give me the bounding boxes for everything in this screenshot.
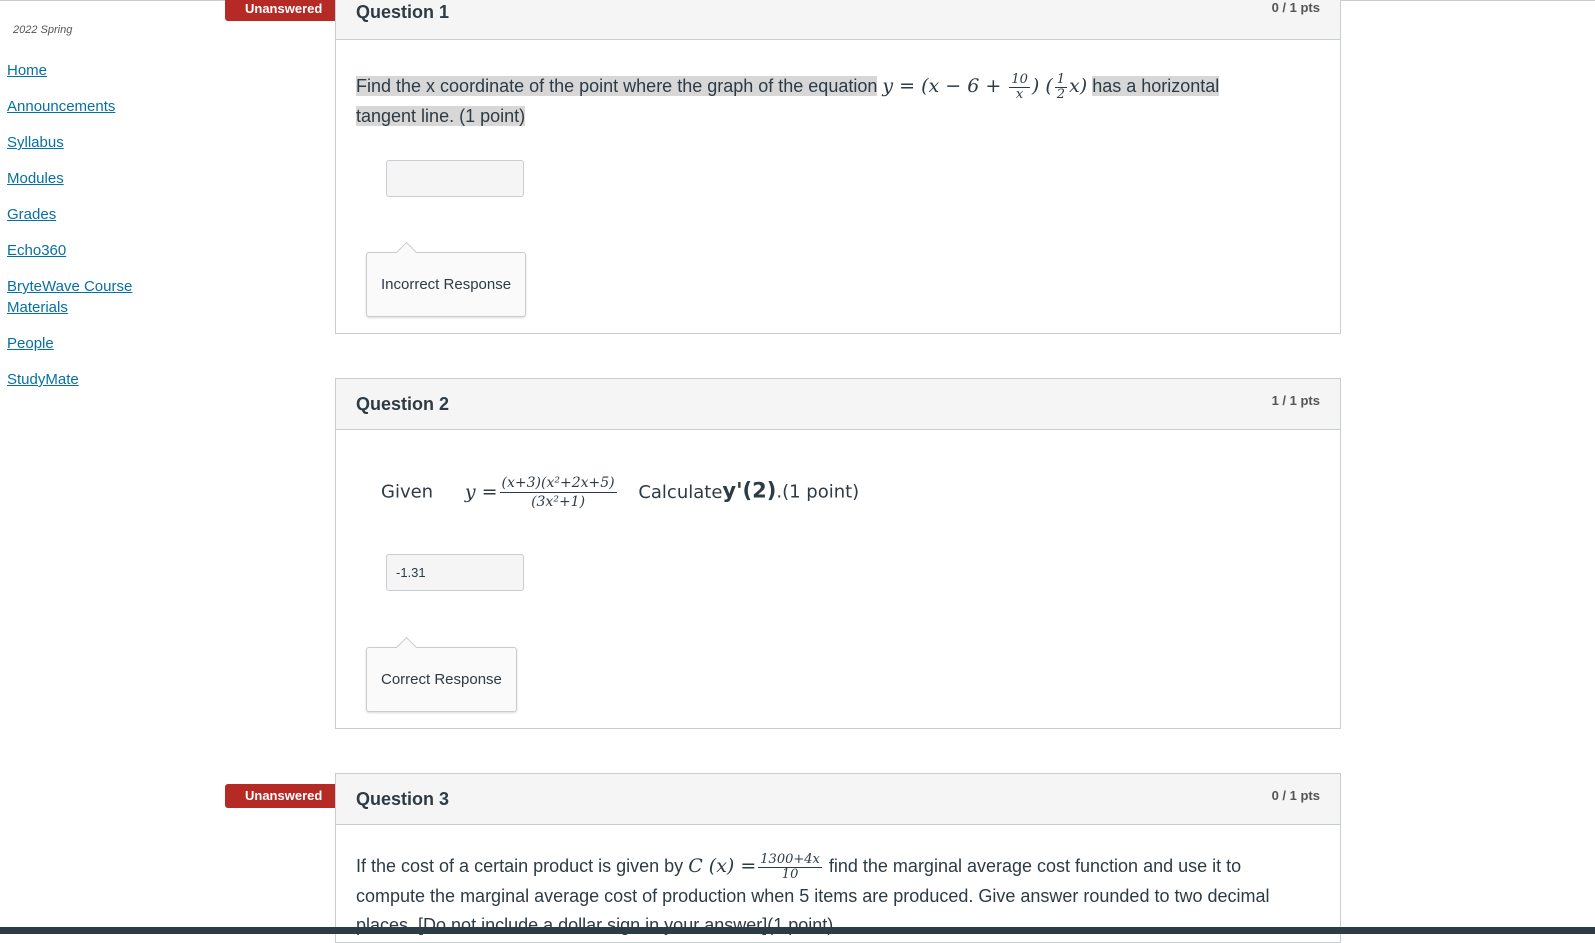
nav-modules[interactable]: Modules — [7, 168, 167, 189]
q1-text-before: Find the x coordinate of the point where… — [356, 76, 878, 96]
nav-studymate[interactable]: StudyMate — [7, 369, 167, 390]
question-1-points: 0 / 1 pts — [1271, 0, 1320, 15]
q1-text-line2: tangent line. (1 point) — [356, 105, 526, 126]
nav-people[interactable]: People — [7, 333, 167, 354]
unanswered-badge-q3: Unanswered — [225, 784, 355, 808]
question-2-text: Given y = (x+3)(x²+2x+5) (3x²+1) Calculate… — [381, 474, 859, 511]
question-3-title: Question 3 — [356, 789, 450, 809]
question-2: Question 2 1 / 1 pts Given y = (x+3)(x²+2… — [335, 378, 1341, 729]
q3-text-before: If the cost of a certain product is give… — [356, 856, 684, 876]
question-3-header: Question 3 0 / 1 pts — [336, 774, 1340, 825]
question-2-header: Question 2 1 / 1 pts — [336, 379, 1340, 430]
term-label: 2022 Spring — [13, 24, 73, 36]
nav-announcements[interactable]: Announcements — [7, 96, 167, 117]
correct-response-label: Correct Response — [366, 647, 517, 712]
q2-equation: y = (x+3)(x²+2x+5) (3x²+1) — [464, 475, 617, 510]
question-3: Question 3 0 / 1 pts If the cost of a ce… — [335, 773, 1341, 943]
question-1-title: Question 1 — [356, 2, 450, 22]
q1-equation: y = (x − 6 + 10 x) (1 2 x) — [882, 71, 1088, 102]
unanswered-badge-q1: Unanswered — [225, 0, 355, 21]
q2-calc-tail: .(1 point) — [776, 481, 860, 503]
q1-text-after: has a horizontal — [1092, 76, 1220, 96]
question-1-header: Question 1 0 / 1 pts — [336, 0, 1340, 40]
question-3-points: 0 / 1 pts — [1271, 788, 1320, 803]
q3-text-line2: compute the marginal average cost of pro… — [356, 885, 1270, 906]
question-1-text: Find the x coordinate of the point where… — [356, 72, 1276, 131]
question-2-points: 1 / 1 pts — [1271, 393, 1320, 408]
question-1-answer-field[interactable] — [386, 160, 524, 197]
question-1: Question 1 0 / 1 pts Find the x coordina… — [335, 0, 1341, 334]
q2-calculate-label: Calculate — [638, 481, 723, 503]
bottom-bar — [0, 927, 1595, 934]
q2-given-label: Given — [381, 481, 434, 503]
question-2-title: Question 2 — [356, 394, 450, 414]
nav-echo360[interactable]: Echo360 — [7, 240, 167, 261]
nav-syllabus[interactable]: Syllabus — [7, 132, 167, 153]
q3-equation: C (x) = 1300+4x 10 — [688, 851, 822, 882]
nav-brytewave[interactable]: BryteWave Course Materials — [7, 276, 167, 318]
q2-calc-expression: y'(2) — [722, 478, 777, 503]
nav-grades[interactable]: Grades — [7, 204, 167, 225]
incorrect-response-label: Incorrect Response — [366, 252, 527, 317]
question-2-answer-field[interactable]: -1.31 — [386, 554, 524, 591]
q3-text-after: find the marginal average cost function … — [828, 856, 1242, 876]
course-navigation: Home Announcements Syllabus Modules Grad… — [7, 60, 167, 405]
nav-home[interactable]: Home — [7, 60, 167, 81]
